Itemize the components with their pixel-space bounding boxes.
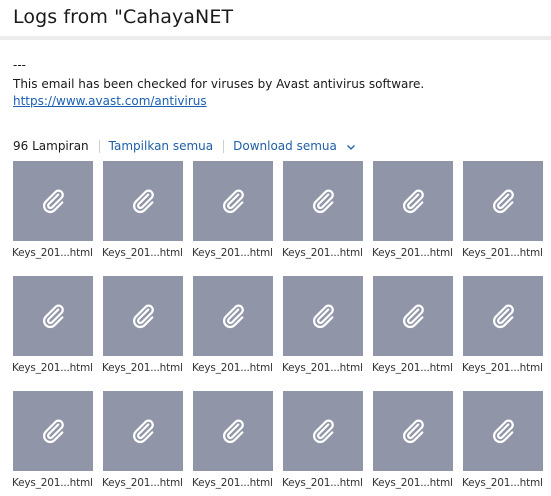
attachment-thumbnail[interactable] (283, 276, 363, 356)
attachment-filename[interactable]: Keys_201...html (192, 247, 278, 259)
signature-text: This email has been checked for viruses … (13, 77, 425, 91)
attachment-thumbnail[interactable] (103, 276, 183, 356)
attachment-filename[interactable]: Keys_201...html (462, 477, 548, 489)
attachment-filename[interactable]: Keys_201...html (282, 477, 368, 489)
attachment-thumbnail[interactable] (193, 161, 273, 241)
attachment-thumbnail[interactable] (13, 161, 93, 241)
attachment-filename[interactable]: Keys_201...html (192, 477, 278, 489)
signature-dashes: --- (13, 58, 26, 72)
attachment-thumbnail[interactable] (373, 391, 453, 471)
attachment-filename[interactable]: Keys_201...html (102, 247, 188, 259)
download-all-label: Download semua (233, 139, 337, 153)
attachment-filename[interactable]: Keys_201...html (462, 362, 548, 374)
chevron-down-icon (346, 144, 355, 150)
attachment-thumbnail[interactable] (463, 161, 543, 241)
attachment-filename[interactable]: Keys_201...html (282, 362, 368, 374)
message-subject: Logs from "CahayaNET (13, 6, 234, 28)
attachment-thumbnail[interactable] (193, 391, 273, 471)
attachment-count: 96 Lampiran (13, 139, 89, 153)
email-reading-pane: Logs from "CahayaNET --- This email has … (0, 0, 551, 496)
attachment-thumbnail[interactable] (373, 276, 453, 356)
attachment-thumbnail[interactable] (103, 161, 183, 241)
show-all-attachments-link[interactable]: Tampilkan semua (109, 139, 213, 153)
message-header: Logs from "CahayaNET (0, 0, 551, 36)
attachment-filename[interactable]: Keys_201...html (12, 477, 98, 489)
attachment-thumbnail[interactable] (463, 276, 543, 356)
attachment-filename[interactable]: Keys_201...html (372, 362, 458, 374)
attachment-thumbnail[interactable] (103, 391, 183, 471)
attachment-thumbnail[interactable] (373, 161, 453, 241)
header-divider (0, 36, 551, 40)
attachment-filename[interactable]: Keys_201...html (102, 362, 188, 374)
attachment-filename[interactable]: Keys_201...html (12, 362, 98, 374)
attachment-filename[interactable]: Keys_201...html (372, 477, 458, 489)
attachment-thumbnail[interactable] (193, 276, 273, 356)
attachment-filename[interactable]: Keys_201...html (372, 247, 458, 259)
attachment-thumbnail[interactable] (283, 391, 363, 471)
attachment-thumbnail[interactable] (463, 391, 543, 471)
antivirus-link[interactable]: https://www.avast.com/antivirus (13, 94, 207, 108)
attachment-filename[interactable]: Keys_201...html (12, 247, 98, 259)
divider (98, 139, 100, 153)
download-all-button[interactable]: Download semua (233, 139, 356, 153)
attachment-thumbnail[interactable] (13, 391, 93, 471)
attachments-bar: 96 Lampiran Tampilkan semua Download sem… (13, 138, 356, 154)
attachment-thumbnail[interactable] (283, 161, 363, 241)
attachment-filename[interactable]: Keys_201...html (462, 247, 548, 259)
attachment-filename[interactable]: Keys_201...html (282, 247, 368, 259)
attachment-filename[interactable]: Keys_201...html (192, 362, 278, 374)
attachment-filename[interactable]: Keys_201...html (102, 477, 188, 489)
attachment-thumbnail[interactable] (13, 276, 93, 356)
divider (223, 139, 225, 153)
